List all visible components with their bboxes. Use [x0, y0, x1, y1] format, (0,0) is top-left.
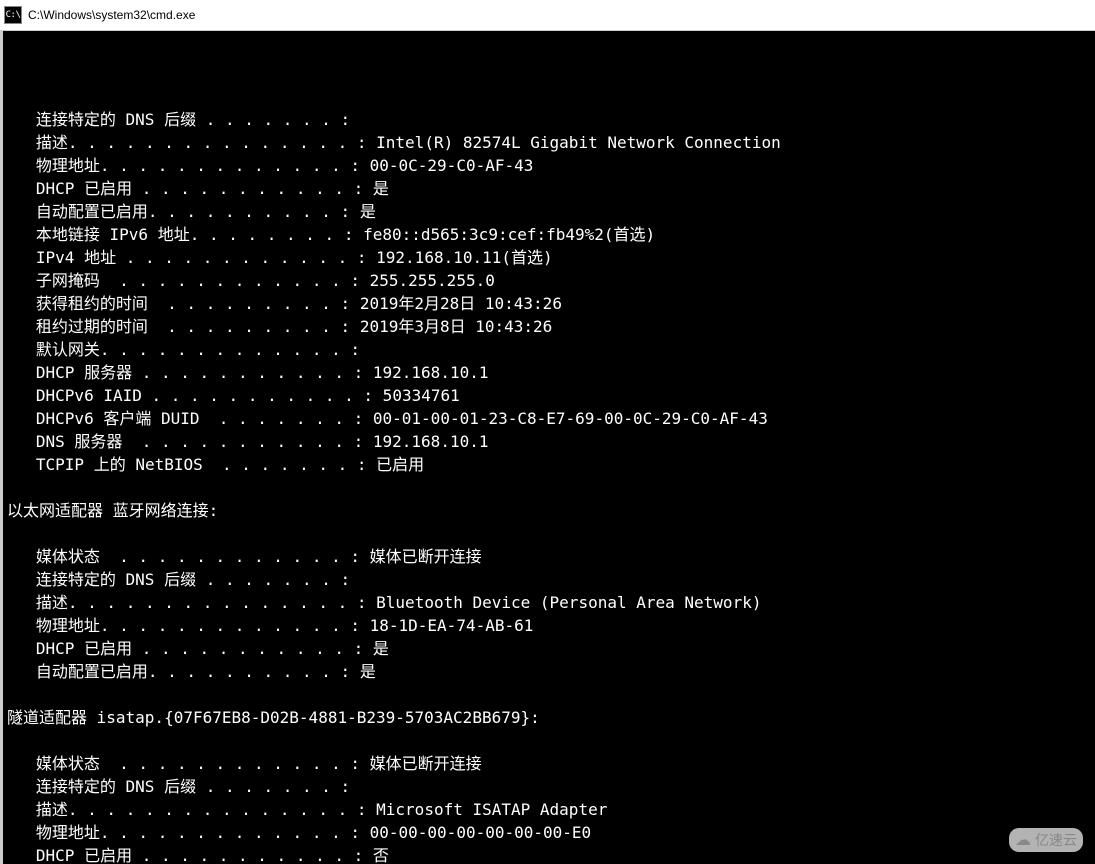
adapter3-title: 隧道适配器 isatap.{07F67EB8-D02B-4881-B239-57…: [7, 706, 1095, 729]
adapter1-line: 子网掩码 . . . . . . . . . . . . : 255.255.2…: [7, 269, 1095, 292]
adapter1-line: 本地链接 IPv6 地址. . . . . . . . : fe80::d565…: [7, 223, 1095, 246]
adapter3-line: 描述. . . . . . . . . . . . . . . : Micros…: [7, 798, 1095, 821]
titlebar[interactable]: C:\ C:\Windows\system32\cmd.exe: [0, 0, 1095, 31]
adapter1-line: 连接特定的 DNS 后缀 . . . . . . . :: [7, 108, 1095, 131]
adapter1-line: IPv4 地址 . . . . . . . . . . . . : 192.16…: [7, 246, 1095, 269]
cmd-icon: C:\: [4, 6, 22, 24]
watermark: ☁ 亿速云: [1009, 828, 1083, 852]
adapter2-line: 物理地址. . . . . . . . . . . . . : 18-1D-EA…: [7, 614, 1095, 637]
watermark-text: 亿速云: [1035, 830, 1077, 850]
window-title: C:\Windows\system32\cmd.exe: [28, 8, 195, 22]
cmd-window: C:\ C:\Windows\system32\cmd.exe 连接特定的 DN…: [0, 0, 1095, 864]
blank-line: [7, 729, 1095, 752]
adapter2-title: 以太网适配器 蓝牙网络连接:: [7, 499, 1095, 522]
adapter3-line: 媒体状态 . . . . . . . . . . . . : 媒体已断开连接: [7, 752, 1095, 775]
adapter1-line: DNS 服务器 . . . . . . . . . . . : 192.168.…: [7, 430, 1095, 453]
adapter3-line: DHCP 已启用 . . . . . . . . . . . : 否: [7, 844, 1095, 864]
blank-line: [7, 683, 1095, 706]
adapter3-line: 连接特定的 DNS 后缀 . . . . . . . :: [7, 775, 1095, 798]
adapter3-line: 物理地址. . . . . . . . . . . . . : 00-00-00…: [7, 821, 1095, 844]
adapter1-line: TCPIP 上的 NetBIOS . . . . . . . : 已启用: [7, 453, 1095, 476]
cloud-icon: ☁: [1015, 830, 1031, 850]
adapter1-line: 默认网关. . . . . . . . . . . . . :: [7, 338, 1095, 361]
adapter1-line: DHCPv6 IAID . . . . . . . . . . . : 5033…: [7, 384, 1095, 407]
adapter1-line: DHCPv6 客户端 DUID . . . . . . . : 00-01-00…: [7, 407, 1095, 430]
adapter2-line: 连接特定的 DNS 后缀 . . . . . . . :: [7, 568, 1095, 591]
adapter1-line: DHCP 服务器 . . . . . . . . . . . : 192.168…: [7, 361, 1095, 384]
adapter1-line: 物理地址. . . . . . . . . . . . . : 00-0C-29…: [7, 154, 1095, 177]
adapter1-line: DHCP 已启用 . . . . . . . . . . . : 是: [7, 177, 1095, 200]
blank-line: [7, 476, 1095, 499]
adapter2-line: 媒体状态 . . . . . . . . . . . . : 媒体已断开连接: [7, 545, 1095, 568]
adapter2-line: DHCP 已启用 . . . . . . . . . . . : 是: [7, 637, 1095, 660]
adapter2-line: 描述. . . . . . . . . . . . . . . : Blueto…: [7, 591, 1095, 614]
adapter1-line: 描述. . . . . . . . . . . . . . . : Intel(…: [7, 131, 1095, 154]
adapter1-line: 获得租约的时间 . . . . . . . . . : 2019年2月28日 1…: [7, 292, 1095, 315]
adapter1-line: 自动配置已启用. . . . . . . . . . : 是: [7, 200, 1095, 223]
adapter2-line: 自动配置已启用. . . . . . . . . . : 是: [7, 660, 1095, 683]
adapter1-line: 租约过期的时间 . . . . . . . . . : 2019年3月8日 10…: [7, 315, 1095, 338]
blank-line: [7, 522, 1095, 545]
terminal-output[interactable]: 连接特定的 DNS 后缀 . . . . . . . : 描述. . . . .…: [0, 31, 1095, 864]
